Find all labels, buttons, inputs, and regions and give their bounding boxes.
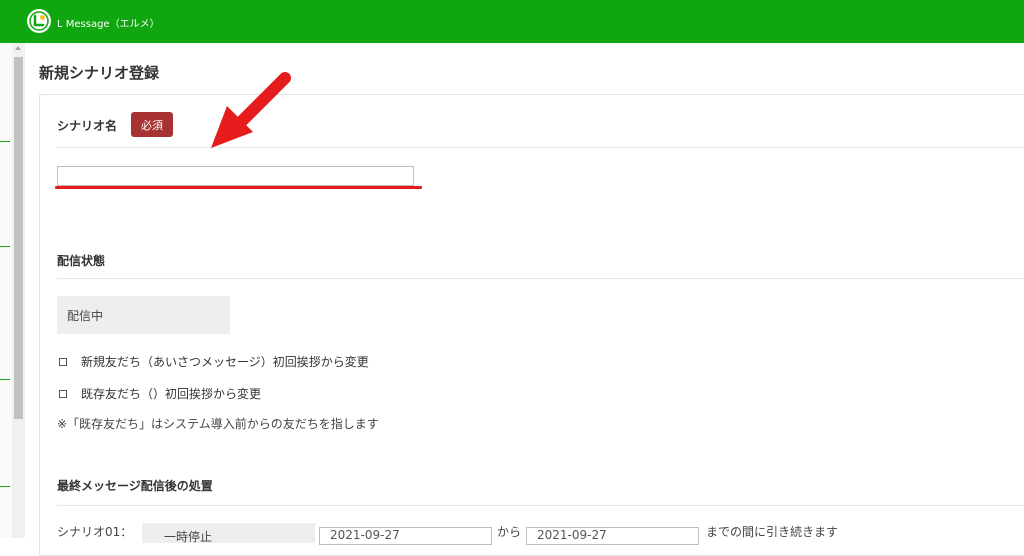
checkbox-row-existing-friends[interactable]: 既存友だち（）初回挨拶から変更 — [57, 385, 261, 402]
scenario-row-label: シナリオ01： — [57, 525, 133, 539]
suffix-text: までの間に引き続きます — [706, 525, 839, 539]
checkbox[interactable] — [59, 389, 67, 398]
scenario-name-input[interactable] — [57, 166, 414, 186]
scrollbar[interactable] — [12, 43, 25, 538]
date-from-value: 2021-09-27 — [330, 528, 400, 542]
sidebar-divider — [0, 141, 10, 142]
sidebar-divider — [0, 486, 10, 487]
annotation-arrow-icon — [211, 72, 291, 148]
highlight-underline — [55, 186, 422, 189]
date-from-input[interactable]: 2021-09-27 — [319, 527, 492, 545]
lmessage-logo-icon[interactable] — [27, 9, 51, 33]
divider — [57, 505, 1024, 506]
checkbox-label: 既存友だち（）初回挨拶から変更 — [81, 387, 262, 401]
scrollbar-thumb[interactable] — [14, 57, 23, 419]
sidebar-divider — [0, 246, 10, 247]
page-title: 新規シナリオ登録 — [39, 64, 160, 82]
final-action-mode-value: 一時停止 — [164, 530, 213, 544]
sidebar-edge — [0, 43, 12, 538]
connector-text: から — [497, 525, 522, 539]
date-to-value: 2021-09-27 — [537, 528, 607, 542]
checkbox[interactable] — [59, 357, 67, 366]
existing-friends-note: ※「既存友だち」はシステム導入前からの友だちを指します — [57, 417, 379, 431]
sidebar-divider — [0, 379, 10, 380]
date-to-input[interactable]: 2021-09-27 — [526, 527, 699, 545]
app-title: L Message（エルメ） — [57, 19, 160, 30]
checkbox-row-new-friends[interactable]: 新規友だち（あいさつメッセージ）初回挨拶から変更 — [57, 353, 369, 370]
checkbox-label: 新規友だち（あいさつメッセージ）初回挨拶から変更 — [81, 355, 369, 369]
delivery-status-select[interactable]: 配信中 — [57, 296, 230, 334]
delivery-status-label: 配信状態 — [57, 254, 106, 268]
required-badge: 必須 — [131, 112, 173, 137]
top-bar: L Message（エルメ） — [0, 0, 1024, 43]
final-action-mode-select[interactable]: 一時停止 — [142, 523, 315, 544]
scenario-name-label: シナリオ名 — [57, 119, 118, 133]
final-action-label: 最終メッセージ配信後の処置 — [57, 479, 213, 493]
divider — [57, 278, 1024, 279]
scroll-up-icon[interactable] — [15, 46, 21, 50]
divider — [57, 147, 1024, 148]
delivery-status-value: 配信中 — [67, 309, 104, 323]
